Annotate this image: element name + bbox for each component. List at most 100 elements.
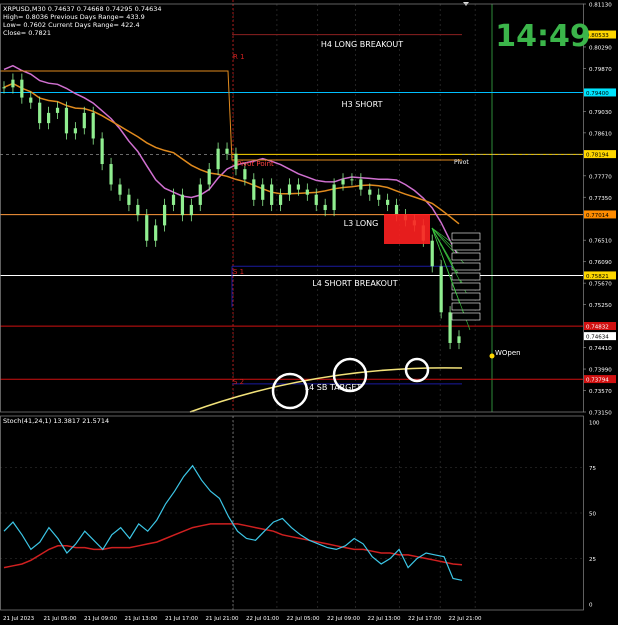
osc-y-tick-label: 0 [589, 603, 593, 609]
candle-body [162, 204, 167, 226]
candle-body [109, 164, 113, 185]
candle-body [430, 240, 434, 267]
x-tick-label: 22 Jul 01:00 [246, 616, 279, 622]
candle-body [127, 194, 131, 205]
x-tick-label: 21 Jul 21:00 [206, 616, 239, 622]
candle-body [332, 184, 336, 211]
candle-body [386, 199, 390, 205]
candle-body [368, 189, 372, 195]
candle-body [136, 204, 140, 216]
info-line-3: Low= 0.7602 Current Days Range= 422.4 [3, 21, 140, 29]
projection-box [451, 282, 481, 291]
level-label-h3: H3 SHORT [342, 100, 383, 109]
candle-body [341, 179, 345, 185]
chart-background [0, 0, 618, 625]
x-tick-label: 22 Jul 13:00 [368, 616, 401, 622]
x-tick-label: 21 Jul 13:00 [125, 616, 158, 622]
level-label-pivot: Pivot [454, 159, 469, 166]
projection-box [451, 232, 481, 241]
candle-body [323, 204, 327, 211]
candle-body [377, 194, 381, 200]
price-badge-label: 0.79400 [586, 91, 609, 97]
wopen-label: WOpen [495, 349, 521, 357]
price-y-tick-label: 0.76090 [589, 260, 612, 266]
x-tick-label: 22 Jul 05:00 [287, 616, 320, 622]
candle-body [314, 194, 318, 205]
price-badge-label: 0.74634 [586, 335, 609, 341]
x-tick-label: 22 Jul 17:00 [408, 616, 441, 622]
candle-body [180, 194, 185, 216]
candle-body [305, 189, 309, 195]
price-badge-label: 0.73794 [586, 378, 609, 384]
projection-box [451, 262, 481, 271]
price-y-tick-label: 0.77350 [589, 196, 612, 202]
candle-body [439, 266, 443, 313]
candle-body [252, 179, 256, 200]
marker-r1: R 1 [233, 53, 245, 61]
candle-body [73, 128, 77, 134]
candle-body [207, 169, 211, 185]
candle-body [350, 179, 354, 181]
candle-body [448, 312, 452, 343]
candle-body [118, 184, 122, 195]
projection-box [451, 302, 481, 311]
level-label-h4: H4 LONG BREAKOUT [321, 40, 403, 49]
price-y-tick-label: 0.81130 [589, 3, 612, 9]
candle-body [261, 184, 265, 200]
candle-body [287, 184, 292, 195]
price-badge-label: 0.75821 [586, 274, 609, 280]
candle-body [20, 79, 24, 98]
price-y-tick-label: 0.76510 [589, 239, 612, 245]
x-tick-label: 21 Jul 2023 [3, 616, 35, 622]
candle-body [225, 148, 229, 154]
candle-body [296, 184, 301, 190]
candle-body [11, 79, 15, 88]
candle-body [278, 194, 283, 205]
candle-body [198, 184, 202, 205]
price-y-tick-label: 0.78610 [589, 131, 612, 137]
projection-box [451, 252, 481, 261]
price-y-tick-label: 0.77770 [589, 174, 612, 180]
info-line-2: High= 0.8036 Previous Days Range= 433.9 [3, 13, 145, 21]
candle-body [189, 204, 193, 216]
x-tick-label: 22 Jul 09:00 [327, 616, 360, 622]
candle-body [216, 148, 220, 170]
osc-y-tick-label: 75 [589, 466, 596, 472]
candle-body [270, 184, 274, 205]
marker-s1: S 1 [233, 268, 244, 276]
osc-y-tick-label: 50 [589, 512, 596, 518]
marker-s2: S 2 [233, 378, 244, 386]
candle-body [82, 112, 86, 129]
info-line-4: Close= 0.7821 [3, 29, 51, 37]
x-tick-label: 22 Jul 21:00 [449, 616, 482, 622]
x-tick-label: 21 Jul 09:00 [84, 616, 117, 622]
price-y-tick-label: 0.73150 [589, 411, 612, 417]
candle-body [145, 215, 149, 241]
x-tick-label: 21 Jul 05:00 [44, 616, 77, 622]
price-y-tick-label: 0.73570 [589, 389, 612, 395]
candle-body [91, 112, 95, 139]
price-y-tick-label: 0.75670 [589, 282, 612, 288]
candle-body [457, 336, 461, 343]
candle-body [55, 107, 60, 113]
price-y-tick-label: 0.79030 [589, 110, 612, 116]
projection-box [451, 242, 481, 251]
candle-body [171, 194, 176, 205]
price-y-tick-label: 0.80290 [589, 45, 612, 51]
price-badge-label: 0.78194 [586, 153, 609, 159]
price-y-tick-label: 0.75250 [589, 303, 612, 309]
level-label-l4: L4 SHORT BREAKOUT [312, 279, 397, 288]
level-label-target: L4 SB TARGET [305, 383, 362, 392]
candle-body [100, 138, 104, 165]
projection-box [451, 312, 481, 321]
order-cluster [384, 214, 430, 244]
price-badge-label: 0.77014 [586, 213, 609, 219]
info-line-1: XRPUSD,M30 0.74637 0.74668 0.74295 0.746… [3, 5, 162, 13]
osc-y-tick-label: 100 [589, 421, 600, 427]
candle-body [64, 107, 69, 134]
price-y-tick-label: 0.73990 [589, 368, 612, 374]
wopen-marker [489, 353, 495, 359]
candle-body [394, 204, 399, 216]
candle-body [243, 169, 247, 180]
level-label-l3: L3 LONG [344, 219, 379, 228]
